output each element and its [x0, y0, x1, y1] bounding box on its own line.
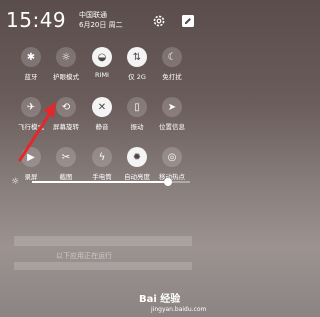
notification-placeholder — [14, 262, 192, 270]
tile-label: 仅 2G — [128, 73, 146, 81]
tile-label: 振动 — [130, 123, 144, 131]
tile-eye-comfort[interactable]: ☼ 护眼模式 — [46, 47, 86, 87]
tile-label: 蓝牙 — [24, 73, 38, 81]
eye-comfort-icon: ☼ — [56, 47, 76, 67]
vibrate-icon: ▯ — [127, 97, 147, 117]
wifi-icon: ◒ — [92, 47, 112, 67]
mobile-data-icon: ⇅ — [127, 47, 147, 67]
carrier-name: 中国联通 — [79, 11, 107, 19]
tile-do-not-disturb[interactable]: ☾ 免打扰 — [152, 47, 192, 87]
location-icon: ➤ — [162, 97, 182, 117]
tile-label: 免打扰 — [162, 73, 182, 81]
tile-label: 位置信息 — [159, 123, 185, 131]
brightness-control: ☼ — [10, 176, 195, 188]
tile-vibrate[interactable]: ▯ 振动 — [117, 97, 157, 137]
watermark-url: jingyan.baidu.com — [151, 306, 207, 313]
notification-text: 以下应用正在运行 — [56, 252, 112, 260]
notification-placeholder — [14, 236, 192, 246]
clock: 15:49 — [6, 8, 67, 32]
moon-icon: ☾ — [162, 47, 182, 67]
mute-icon: ✕ — [92, 97, 112, 117]
bluetooth-icon: ✱ — [21, 47, 41, 67]
brightness-slider[interactable] — [32, 178, 190, 186]
watermark-brand: Bai 经验 — [139, 294, 181, 305]
tile-label: 静音 — [95, 123, 109, 131]
status-bar: 15:49 中国联通 6月20日 周二 — [6, 8, 201, 34]
date-label: 6月20日 周二 — [79, 21, 123, 29]
auto-brightness-icon: ✹ — [127, 147, 147, 167]
hotspot-icon: ◎ — [162, 147, 182, 167]
tile-mobile-data[interactable]: ⇅ 仅 2G — [117, 47, 157, 87]
settings-button[interactable] — [152, 13, 166, 27]
tile-mute[interactable]: ✕ 静音 — [82, 97, 122, 137]
brightness-thumb[interactable] — [163, 178, 172, 186]
gear-icon — [153, 15, 165, 27]
brightness-icon: ☼ — [10, 177, 20, 187]
edit-tiles-button[interactable] — [181, 13, 195, 27]
edit-icon — [182, 15, 194, 27]
tile-label: RIMI — [95, 71, 109, 79]
tile-wifi[interactable]: ◒ RIMI — [82, 47, 122, 87]
tile-location[interactable]: ➤ 位置信息 — [152, 97, 192, 137]
brightness-fill — [32, 181, 168, 183]
tile-bluetooth[interactable]: ✱ 蓝牙 — [11, 47, 51, 87]
annotation-arrow — [18, 102, 56, 162]
flashlight-icon: ϟ — [92, 147, 112, 167]
tile-label: 护眼模式 — [53, 73, 79, 81]
